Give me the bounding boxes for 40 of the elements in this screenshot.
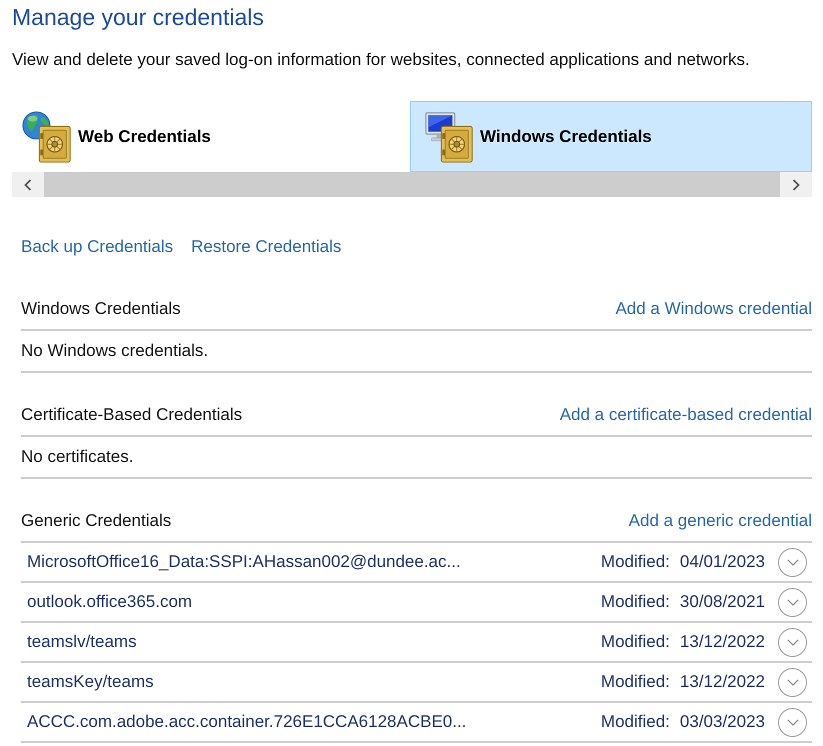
add-credential-link[interactable]: Add a generic credential xyxy=(628,511,812,531)
modified-date: 13/12/2022 xyxy=(680,672,765,692)
modified-date: 13/12/2022 xyxy=(680,632,765,652)
credential-name[interactable]: outlook.office365.com xyxy=(27,592,601,612)
section-heading: Generic Credentials xyxy=(21,511,172,531)
empty-message: No certificates. xyxy=(21,447,134,467)
modified-label: Modified: xyxy=(600,632,670,652)
credential-name[interactable]: MicrosoftOffice16_Data:SSPI:AHassan002@dundee.ac... xyxy=(27,552,601,572)
chevron-down-icon xyxy=(786,559,798,566)
expand-button[interactable] xyxy=(778,548,807,576)
chevron-down-icon xyxy=(786,679,798,686)
chevron-right-icon xyxy=(792,178,800,190)
expand-button[interactable] xyxy=(778,588,807,616)
credential-tab[interactable]: Windows Credentials xyxy=(410,101,812,172)
modified-label: Modified: xyxy=(600,552,670,572)
section-heading: Windows Credentials xyxy=(21,299,181,319)
expand-button[interactable] xyxy=(778,628,807,656)
modified-label: Modified: xyxy=(600,712,670,732)
section-heading: Certificate-Based Credentials xyxy=(21,405,242,425)
chevron-left-icon xyxy=(24,178,32,190)
chevron-down-icon xyxy=(786,599,798,606)
modified-date: 03/03/2023 xyxy=(680,712,765,732)
modified-date: 04/01/2023 xyxy=(680,552,765,572)
modified-date: 30/08/2021 xyxy=(680,592,765,612)
credential-name[interactable]: teamsKey/teams xyxy=(27,672,601,692)
add-credential-link[interactable]: Add a Windows credential xyxy=(615,299,812,319)
add-credential-link[interactable]: Add a certificate-based credential xyxy=(560,405,812,425)
expand-button[interactable] xyxy=(778,708,807,736)
modified-label: Modified: xyxy=(600,592,670,612)
chevron-down-icon xyxy=(786,639,798,646)
modified-label: Modified: xyxy=(600,672,670,692)
action-link[interactable]: Restore Credentials xyxy=(191,234,342,260)
credential-name[interactable]: teamslv/teams xyxy=(27,632,601,652)
page-title: Manage your credentials xyxy=(12,3,265,32)
page-description: View and delete your saved log-on information for websites, connected applications and networks. xyxy=(12,49,751,71)
expand-button[interactable] xyxy=(778,668,807,696)
empty-message: No Windows credentials. xyxy=(21,341,208,361)
chevron-down-icon xyxy=(786,719,798,726)
credential-name[interactable]: ACCC.com.adobe.acc.container.726E1CCA6128ACBE0... xyxy=(27,712,601,732)
action-link[interactable]: Back up Credentials xyxy=(21,234,174,260)
